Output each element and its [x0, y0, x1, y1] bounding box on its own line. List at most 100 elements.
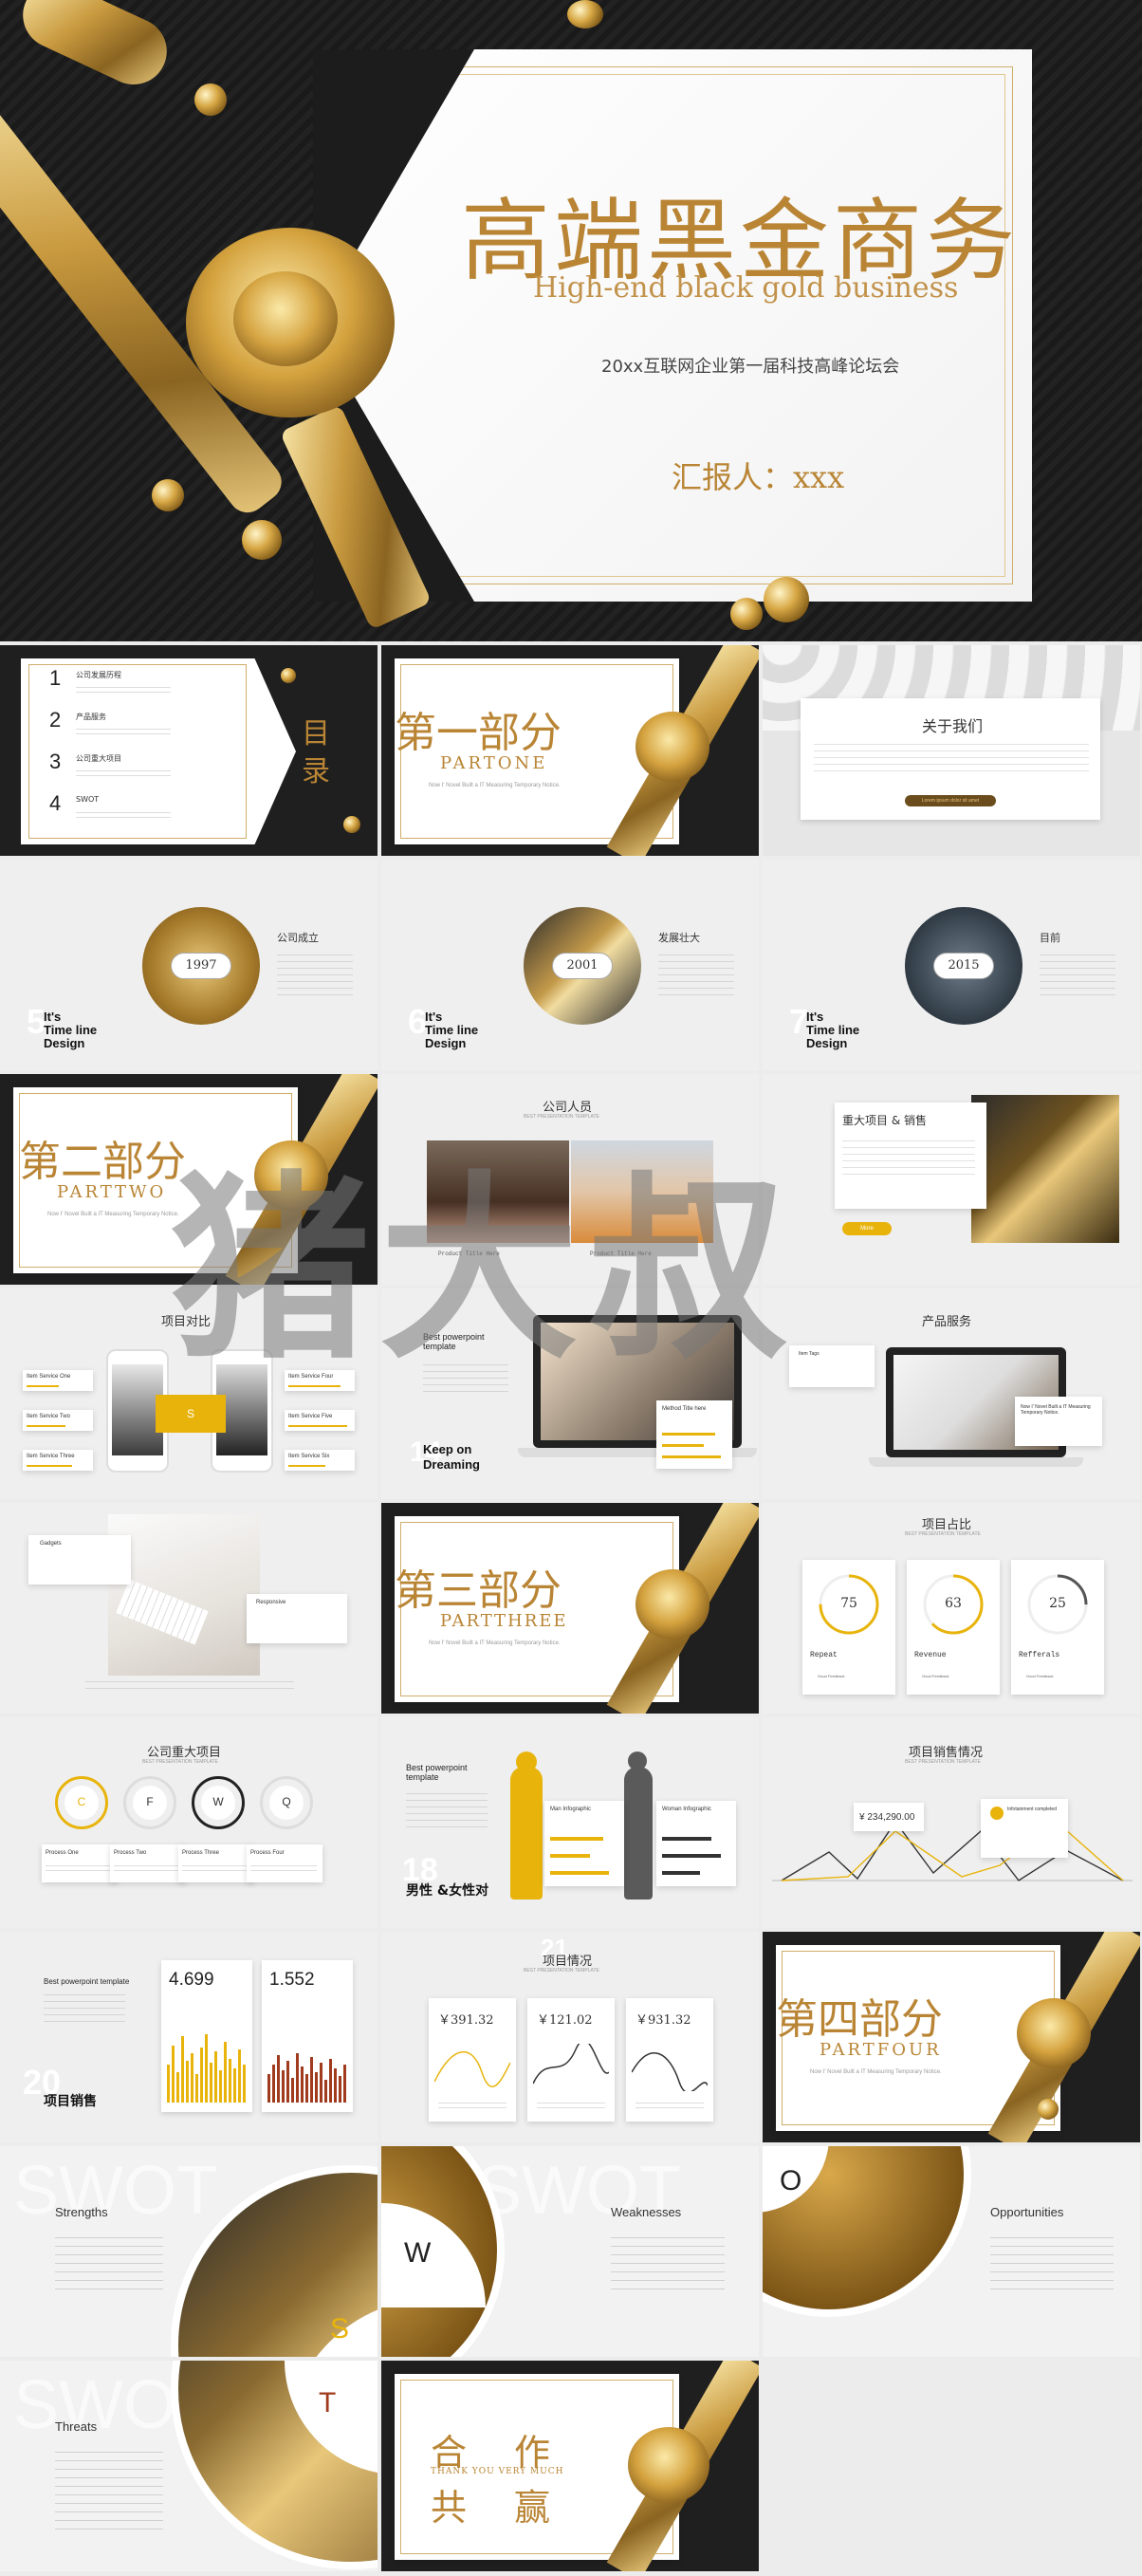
threats-title: Threats: [55, 2419, 98, 2434]
gold-ball: [567, 0, 603, 28]
slide-major-projects[interactable]: 公司重大项目 BEST PRESENTATION TEMPLATE C Proce…: [0, 1717, 378, 1928]
process-title: Process Three: [182, 1850, 219, 1856]
slide-projects-sales[interactable]: 重大项目 & 销售 More: [763, 1074, 1140, 1285]
contents-item[interactable]: SWOT: [76, 795, 99, 804]
thanks-char-4: 赢: [514, 2487, 551, 2529]
slide-about[interactable]: 关于我们 Lorem ipsum dolor sit amet: [763, 645, 1140, 856]
slide-threats[interactable]: SWOT T Threats: [0, 2361, 378, 2571]
timeline-label-3: Design: [44, 1036, 85, 1050]
hero-reporter: 汇报人：xxx: [672, 459, 845, 495]
slide-contents[interactable]: 目 录 1 公司发展历程 2 产品服务 3 公司重大项目 4 SWOT: [0, 645, 378, 856]
slide-sales-status[interactable]: 项目销售情况 BEST PRESENTATION TEMPLATE ¥ 234,…: [763, 1717, 1140, 1928]
gold-bow-inner: [233, 271, 338, 366]
project-letter: W: [212, 1795, 224, 1808]
contents-item[interactable]: 公司发展历程: [76, 670, 121, 680]
timeline-year: 2001: [566, 958, 599, 973]
swot-o-letter: O: [780, 2165, 802, 2196]
share-label: Repeat: [810, 1651, 838, 1659]
about-button[interactable]: Lorem ipsum dolor sit amet: [905, 795, 996, 806]
contents-item-desc: [76, 683, 171, 693]
psales-heading: Best powerpoint template: [44, 1977, 130, 1986]
section-note: Now I' Novel Built a IT Measuring Tempor…: [429, 1640, 561, 1646]
gold-leaf-image: [971, 1095, 1119, 1243]
laptop-base: [869, 1457, 1083, 1467]
gold-ball: [1038, 2099, 1059, 2120]
projects-button[interactable]: More: [842, 1222, 892, 1235]
major-sub: BEST PRESENTATION TEMPLATE: [142, 1759, 218, 1765]
man-bar: [550, 1854, 590, 1858]
section-en: PARTTWO: [57, 1182, 167, 1202]
slide-products[interactable]: 产品服务 Item Tags Now I' Novel Built a IT M…: [763, 1288, 1140, 1499]
timeline-label-1: It's: [806, 1010, 824, 1024]
process-title: Process Four: [250, 1850, 285, 1856]
title-slide[interactable]: 高端黑金商务 High-end black gold business 20xx…: [0, 0, 1142, 641]
gadget-card-1: Gadgets: [40, 1541, 62, 1547]
status-body: [635, 2099, 704, 2110]
gender-body: [406, 1788, 488, 1831]
gold-ball: [764, 577, 809, 622]
slide-project-share[interactable]: 项目占比 BEST PRESENTATION TEMPLATE 75 Repeat…: [763, 1503, 1140, 1714]
compare-bar: [288, 1465, 325, 1467]
contents-title-b: 录: [302, 755, 330, 788]
psales-value-1: 4.699: [169, 1970, 214, 1990]
slide-gadgets[interactable]: Gadgets Responsive: [0, 1503, 378, 1714]
gold-bow: [635, 1569, 709, 1640]
slide-opportunities[interactable]: SWOT O Opportunities: [763, 2146, 1140, 2357]
timeline-label-3: Design: [806, 1036, 848, 1050]
compare-bar: [27, 1385, 59, 1387]
gold-ball: [281, 668, 296, 683]
gold-bow: [635, 712, 709, 782]
timeline-year: 2015: [948, 958, 980, 973]
gold-ball: [152, 479, 184, 511]
contents-item[interactable]: 产品服务: [76, 712, 106, 722]
strengths-title: Strengths: [55, 2205, 108, 2219]
section-en: PARTTHREE: [440, 1611, 568, 1631]
slide-timeline[interactable]: 2015 目前 7 It's Time line Design: [763, 860, 1140, 1070]
status-wave: [632, 2052, 708, 2091]
gold-bow: [1017, 1998, 1091, 2068]
swot-watermark: SWOT: [13, 2153, 218, 2229]
swot-t-letter: T: [319, 2387, 337, 2418]
process-body: [182, 1862, 249, 1875]
project-letter: C: [77, 1795, 86, 1808]
project-letter: F: [146, 1795, 154, 1808]
share-foot: Good Feedback: [818, 1674, 845, 1678]
slide-thanks[interactable]: 合 作 THANK YOU VERY MUCH 共 赢: [381, 2361, 759, 2571]
man-head-icon: [516, 1751, 537, 1772]
slide-timeline[interactable]: 2001 发展壮大 6 It's Time line Design: [381, 860, 759, 1070]
timeline-label-2: Time line: [806, 1023, 860, 1037]
slide-timeline[interactable]: 1997 公司成立 5 It's Time line Design: [0, 860, 378, 1070]
sales-line-chart: [772, 1820, 1133, 1881]
timeline-year: 1997: [185, 958, 217, 973]
gender-footer: 男性 &女性对: [406, 1883, 489, 1899]
slide-gender[interactable]: Best powerpoint template 18 男性 &女性对 Man …: [381, 1717, 759, 1928]
section-title: 第三部分: [395, 1566, 562, 1615]
section-title: 第一部分: [395, 709, 562, 757]
timeline-label-1: It's: [44, 1010, 62, 1024]
compare-label: Item Service One: [27, 1374, 71, 1380]
contents-item-desc: [76, 767, 171, 776]
compare-bar: [27, 1465, 72, 1467]
slide-project-sales[interactable]: Best powerpoint template 20 项目销售 4.699 1…: [0, 1932, 378, 2142]
status-value: ￥121.02: [537, 2013, 593, 2028]
share-title: 项目占比: [922, 1518, 972, 1532]
slide-part-three[interactable]: 第三部分 PARTTHREE Now I' Novel Built a IT M…: [381, 1503, 759, 1714]
man-silhouette-icon: [510, 1767, 543, 1900]
slide-weaknesses[interactable]: SWOT W Weaknesses: [381, 2146, 759, 2357]
contents-title-a: 目: [302, 717, 330, 751]
slide-part-four[interactable]: 第四部分 PARTFOUR Now I' Novel Built a IT Me…: [763, 1932, 1140, 2142]
slide-project-status[interactable]: 21 项目情况 BEST PRESENTATION TEMPLATE ￥391.…: [381, 1932, 759, 2142]
psales-footer: 项目销售: [44, 2094, 97, 2109]
woman-bar: [662, 1871, 700, 1875]
contents-item[interactable]: 公司重大项目: [76, 753, 121, 764]
woman-silhouette-icon: [624, 1767, 653, 1900]
threats-body: [55, 2444, 163, 2530]
projects-body: [842, 1135, 975, 1175]
thanks-en: THANK YOU VERY MUCH: [431, 2467, 564, 2476]
section-title: 第二部分: [19, 1138, 186, 1186]
slide-part-one[interactable]: 第一部分 PARTONE Now I' Novel Built a IT Mea…: [381, 645, 759, 856]
section-en: PARTONE: [440, 753, 548, 773]
section-note: Now I' Novel Built a IT Measuring Tempor…: [429, 783, 561, 788]
slide-strengths[interactable]: SWOT Strengths S: [0, 2146, 378, 2357]
sales-card-title: Infotainment completed: [1007, 1807, 1057, 1812]
